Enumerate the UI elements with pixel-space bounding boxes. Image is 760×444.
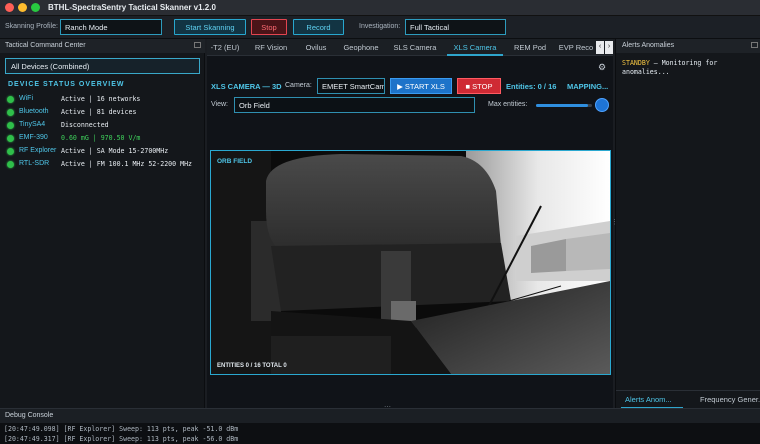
tab-ovilus[interactable]: Ovilus [299, 39, 333, 56]
float-panel-icon[interactable] [751, 42, 758, 48]
gear-icon[interactable]: ⚙ [598, 62, 606, 73]
max-entities-label: Max entities: [488, 101, 528, 108]
feed-entity-stats: ENTITIES 0 / 16 TOTAL 0 [217, 363, 287, 369]
debug-console: Debug Console [20:47:49.098] [RF Explore… [0, 408, 760, 444]
panel-header: Alerts Anomalies [616, 39, 760, 53]
device-row-rtl-sdr: RTL-SDR Active | FM 100.1 MHz 52-2200 MH… [6, 159, 202, 181]
device-row-emf390: EMF-390 0.60 mG | 970.50 V/m [6, 133, 202, 145]
stop-button[interactable]: Stop [251, 19, 287, 35]
debug-console-title: Debug Console [5, 412, 54, 419]
panel-title: Tactical Command Center [5, 42, 86, 49]
device-row-rf-explorer: RF Explorer Active | SA Mode 15-2700MHz [6, 146, 202, 158]
tab-geophone[interactable]: Geophone [337, 39, 385, 56]
zoom-window-button[interactable] [31, 3, 40, 12]
max-entities-slider[interactable] [536, 104, 592, 107]
tab-t2-eu[interactable]: -T2 (EU) [207, 39, 243, 56]
close-window-button[interactable] [5, 3, 14, 12]
debug-line: [20:47:49.098] [RF Explorer] Sweep: 113 … [4, 425, 239, 433]
device-name: EMF-390 [19, 134, 48, 141]
device-name: RF Explorer [19, 147, 57, 154]
status-dot-icon [7, 96, 14, 103]
device-status: Active | 81 devices [61, 108, 137, 116]
device-name: RTL-SDR [19, 160, 50, 167]
view-select[interactable]: Orb Field [234, 97, 475, 113]
investigation-label: Investigation: [359, 23, 401, 30]
device-status: Active | FM 100.1 MHz 52-2200 MHz [61, 160, 193, 168]
device-status: Active | SA Mode 15-2700MHz [61, 147, 169, 155]
tab-rf-vision[interactable]: RF Vision [247, 39, 295, 56]
view-label: View: [211, 101, 228, 108]
device-status: 0.60 mG | 970.50 V/m [61, 134, 141, 142]
investigation-select[interactable]: Full Tactical [405, 19, 506, 35]
camera-feed: ORB FIELD ENTITIES 0 / 16 TOTAL 0 [210, 150, 611, 375]
tab-sls-camera[interactable]: SLS Camera [389, 39, 441, 56]
standby-status: STANDBY [622, 59, 650, 67]
max-entities-slider-handle[interactable] [595, 98, 609, 112]
device-status: Active | 16 networks [61, 95, 141, 103]
device-row-tinysa4: TinySA4 Disconnected [6, 120, 202, 132]
profile-label: Skanning Profile: [5, 23, 58, 30]
camera-frame-image [211, 151, 610, 374]
camera-label: Camera: [285, 82, 312, 89]
status-dot-icon [7, 148, 14, 155]
panel-header: Tactical Command Center [0, 39, 205, 53]
device-row-bluetooth: Bluetooth Active | 81 devices [6, 107, 202, 119]
status-dot-icon [7, 135, 14, 142]
max-entities-slider-fill [536, 104, 589, 107]
debug-console-header: Debug Console [0, 409, 760, 423]
tab-alerts-anomalies[interactable]: Alerts Anom... [625, 395, 672, 404]
tab-frequency-generator[interactable]: Frequency Gener... [700, 395, 760, 404]
debug-line: [20:47:49.317] [RF Explorer] Sweep: 113 … [4, 435, 239, 443]
device-name: WiFi [19, 95, 33, 102]
status-dot-icon [7, 122, 14, 129]
device-name: Bluetooth [19, 108, 49, 115]
right-panel-tabs: Alerts Anom... Frequency Gener... [616, 390, 760, 409]
instrument-tabbar: -T2 (EU) RF Vision Ovilus Geophone SLS C… [207, 39, 613, 56]
profile-select[interactable]: Ranch Mode [60, 19, 162, 35]
mapping-status: MAPPING... [567, 82, 609, 91]
device-row-wifi: WiFi Active | 16 networks [6, 94, 202, 106]
panel-title: Alerts Anomalies [622, 42, 675, 49]
device-status-heading: DEVICE STATUS OVERVIEW [8, 81, 125, 88]
main-toolbar: Skanning Profile: Ranch Mode Start Skann… [0, 16, 760, 39]
tab-evp-recorder[interactable]: EVP Reco [557, 39, 595, 56]
float-panel-icon[interactable] [194, 42, 201, 48]
stop-xls-button[interactable]: ■ STOP [457, 78, 501, 94]
record-button[interactable]: Record [293, 19, 344, 35]
xls-camera-view: ⚙ XLS CAMERA — 3D Camera: EMEET SmartCam… [207, 56, 613, 408]
device-name: TinySA4 [19, 121, 46, 128]
tab-rem-pod[interactable]: REM Pod [509, 39, 551, 56]
window-titlebar: BTHL-SpectraSentry Tactical Skanner v1.2… [0, 0, 760, 16]
xls-camera-title: XLS CAMERA — 3D [211, 82, 282, 91]
tab-scroll-left-icon[interactable]: ‹ [596, 41, 604, 54]
alert-log: STANDBY — Monitoring for anomalies... [622, 59, 752, 77]
camera-select[interactable]: EMEET SmartCam [317, 78, 385, 94]
start-skanning-button[interactable]: Start Skanning [174, 19, 246, 35]
alerts-panel: Alerts Anomalies STANDBY — Monitoring fo… [615, 39, 760, 409]
tab-scroll-right-icon[interactable]: › [605, 41, 613, 54]
minimize-window-button[interactable] [18, 3, 27, 12]
device-status: Disconnected [61, 121, 109, 129]
status-dot-icon [7, 109, 14, 116]
tab-xls-camera[interactable]: XLS Camera [447, 39, 503, 56]
window-title: BTHL-SpectraSentry Tactical Skanner v1.2… [48, 3, 216, 12]
entities-count: Entities: 0 / 16 [506, 82, 557, 91]
status-dot-icon [7, 161, 14, 168]
feed-view-label: ORB FIELD [217, 158, 253, 165]
device-filter-select[interactable]: All Devices (Combined) [5, 58, 200, 74]
tactical-command-center-panel: Tactical Command Center All Devices (Com… [0, 39, 205, 408]
start-xls-button[interactable]: ▶ START XLS [390, 78, 452, 94]
